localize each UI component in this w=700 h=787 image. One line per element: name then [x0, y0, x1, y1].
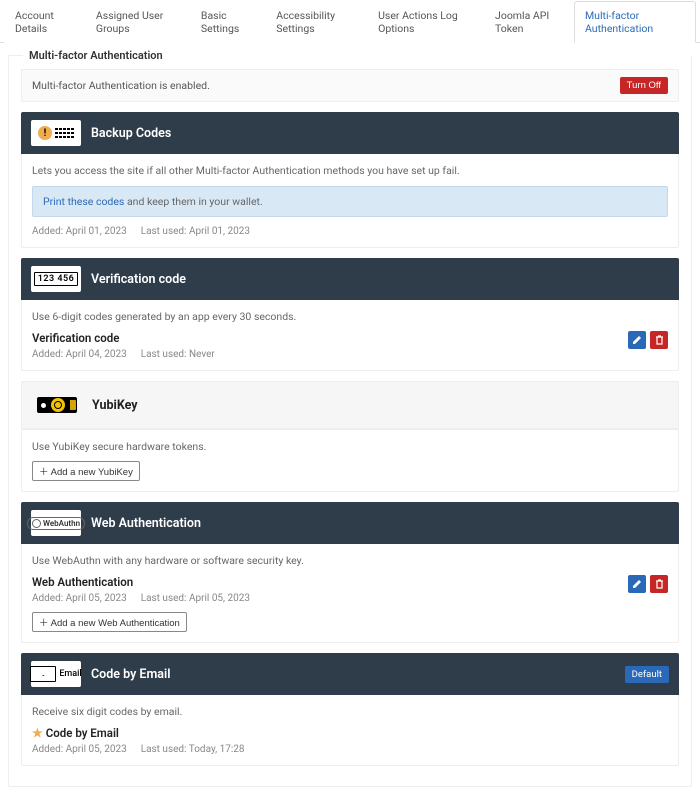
webauthn-title: Web Authentication [91, 516, 201, 531]
backup-alert-rest: and keep them in your wallet. [124, 195, 262, 208]
verification-header: 123 456 Verification code [21, 258, 679, 300]
tab-api-token[interactable]: Joomla API Token [484, 1, 574, 43]
verification-delete-button[interactable] [650, 331, 668, 349]
verification-icon: 123 456 [31, 266, 81, 292]
verification-last: Last used: Never [141, 349, 215, 360]
webauthn-icon: WebAuthn [31, 510, 81, 536]
add-webauthn-button[interactable]: ＋ Add a new Web Authentication [32, 612, 187, 632]
backup-codes-title: Backup Codes [91, 126, 171, 141]
webauthn-last: Last used: April 05, 2023 [141, 593, 250, 604]
webauthn-header: WebAuthn Web Authentication [21, 502, 679, 544]
fieldset-legend: Multi-factor Authentication [23, 49, 691, 62]
email-title: Code by Email [91, 667, 171, 682]
webauthn-edit-button[interactable] [628, 575, 646, 593]
backup-last: Last used: April 01, 2023 [141, 226, 250, 237]
print-codes-link[interactable]: Print these codes [43, 195, 124, 208]
email-body: Receive six digit codes by email. ★Code … [21, 695, 679, 766]
email-meta: Added: April 05, 2023 Last used: Today, 1… [32, 744, 245, 755]
webauthn-meta: Added: April 05, 2023 Last used: April 05… [32, 593, 250, 604]
mfa-fieldset: Multi-factor Authentication Multi-factor… [8, 55, 692, 787]
tab-accessibility-settings[interactable]: Accessibility Settings [265, 1, 367, 43]
verification-edit-button[interactable] [628, 331, 646, 349]
webauthn-delete-button[interactable] [650, 575, 668, 593]
mfa-status-text: Multi-factor Authentication is enabled. [32, 79, 210, 92]
yubikey-header: YubiKey [21, 381, 679, 429]
star-icon: ★ [32, 726, 43, 740]
webauthn-desc: Use WebAuthn with any hardware or softwa… [32, 554, 668, 567]
default-badge: Default [625, 666, 669, 683]
mfa-status-row: Multi-factor Authentication is enabled. … [21, 69, 679, 102]
backup-added: Added: April 01, 2023 [32, 226, 127, 237]
backup-codes-body: Lets you access the site if all other Mu… [21, 154, 679, 248]
tab-bar: Account Details Assigned User Groups Bas… [0, 0, 700, 43]
email-added: Added: April 05, 2023 [32, 744, 127, 755]
webauthn-instance-title: Web Authentication [32, 575, 250, 589]
backup-codes-meta: Added: April 01, 2023 Last used: April 01… [32, 226, 668, 237]
turn-off-button[interactable]: Turn Off [620, 77, 668, 94]
tab-user-actions-log[interactable]: User Actions Log Options [367, 1, 484, 43]
verification-desc: Use 6-digit codes generated by an app ev… [32, 310, 668, 323]
verification-body: Use 6-digit codes generated by an app ev… [21, 300, 679, 371]
tab-account-details[interactable]: Account Details [4, 1, 85, 43]
email-desc: Receive six digit codes by email. [32, 705, 668, 718]
email-last: Last used: Today, 17:28 [141, 744, 245, 755]
verification-instance-title: Verification code [32, 331, 215, 345]
email-header: Email Code by Email Default [21, 653, 679, 695]
email-instance-title: ★Code by Email [32, 726, 245, 740]
tab-mfa[interactable]: Multi-factor Authentication [574, 1, 696, 43]
backup-codes-icon: ! [31, 120, 81, 146]
yubikey-icon [32, 392, 82, 418]
backup-codes-header: ! Backup Codes [21, 112, 679, 154]
verification-added: Added: April 04, 2023 [32, 349, 127, 360]
yubikey-body: Use YubiKey secure hardware tokens. ＋ Ad… [21, 429, 679, 492]
backup-codes-alert: Print these codes and keep them in your … [32, 186, 668, 217]
verification-meta: Added: April 04, 2023 Last used: Never [32, 349, 215, 360]
tab-basic-settings[interactable]: Basic Settings [190, 1, 265, 43]
webauthn-added: Added: April 05, 2023 [32, 593, 127, 604]
tab-assigned-user-groups[interactable]: Assigned User Groups [85, 1, 190, 43]
add-yubikey-button[interactable]: ＋ Add a new YubiKey [32, 461, 140, 481]
backup-codes-desc: Lets you access the site if all other Mu… [32, 164, 668, 177]
yubikey-title: YubiKey [92, 398, 138, 413]
email-icon: Email [31, 661, 81, 687]
webauthn-body: Use WebAuthn with any hardware or softwa… [21, 544, 679, 643]
verification-title: Verification code [91, 272, 186, 287]
yubikey-desc: Use YubiKey secure hardware tokens. [32, 440, 668, 453]
